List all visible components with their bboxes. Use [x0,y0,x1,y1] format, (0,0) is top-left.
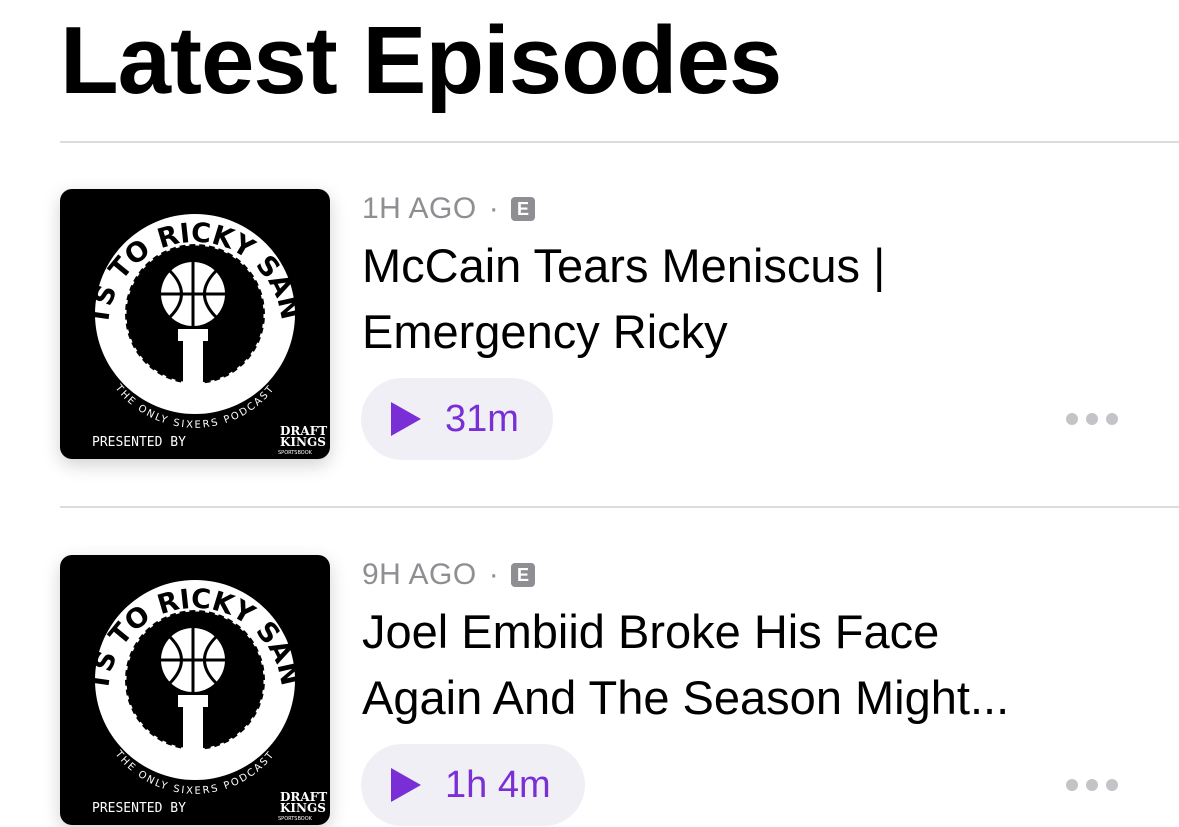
svg-text:SPORTSBOOK: SPORTSBOOK [278,450,313,456]
podcast-logo: RIGHTS TO RICKY SANCHEZ THE ONLY SIXERS … [60,555,327,822]
more-options-button[interactable] [1066,409,1118,429]
svg-text:PRESENTED BY: PRESENTED BY [92,801,186,816]
episode-age: 9H AGO [362,558,477,591]
divider [60,141,1179,143]
episode-meta: 1H AGO · E [362,192,536,226]
episode-title[interactable]: Joel Embiid Broke His Face Again And The… [362,599,1122,731]
ellipsis-icon [1106,779,1118,791]
ellipsis-icon [1086,779,1098,791]
episode-title-line: Again And The Season Might... [362,671,1010,724]
episode-age: 1H AGO [362,192,477,225]
ellipsis-icon [1086,413,1098,425]
svg-text:KINGS: KINGS [280,801,326,815]
play-icon [391,402,421,436]
svg-text:KINGS: KINGS [280,435,326,449]
explicit-badge-icon: E [511,563,536,587]
play-button[interactable]: 1h 4m [361,744,585,826]
svg-text:SPORTSBOOK: SPORTSBOOK [278,816,313,822]
podcast-artwork[interactable]: RIGHTS TO RICKY SANCHEZ THE ONLY SIXERS … [60,189,330,459]
more-options-button[interactable] [1066,775,1118,795]
divider [60,506,1179,508]
episode-title-line: Emergency Ricky [362,305,728,358]
explicit-badge-icon: E [511,197,536,221]
podcast-artwork[interactable]: RIGHTS TO RICKY SANCHEZ THE ONLY SIXERS … [60,555,330,825]
episode-meta: 9H AGO · E [362,558,536,592]
episode-duration: 31m [445,397,519,440]
episode-title-line: McCain Tears Meniscus | [362,239,886,292]
meta-separator: · [488,558,500,591]
ellipsis-icon [1066,779,1078,791]
section-title: Latest Episodes [60,7,782,114]
ellipsis-icon [1066,413,1078,425]
episode-title[interactable]: McCain Tears Meniscus | Emergency Ricky [362,233,1122,365]
latest-episodes-screen: Latest Episodes RIGHTS TO RICKY SANCHEZ [0,0,1179,827]
ellipsis-icon [1106,413,1118,425]
svg-text:PRESENTED BY: PRESENTED BY [92,435,186,450]
play-icon [391,768,421,802]
play-button[interactable]: 31m [361,378,553,460]
episode-duration: 1h 4m [445,763,551,806]
meta-separator: · [488,192,500,225]
episode-title-line: Joel Embiid Broke His Face [362,605,940,658]
podcast-logo: RIGHTS TO RICKY SANCHEZ THE ONLY SIXERS … [60,189,327,456]
